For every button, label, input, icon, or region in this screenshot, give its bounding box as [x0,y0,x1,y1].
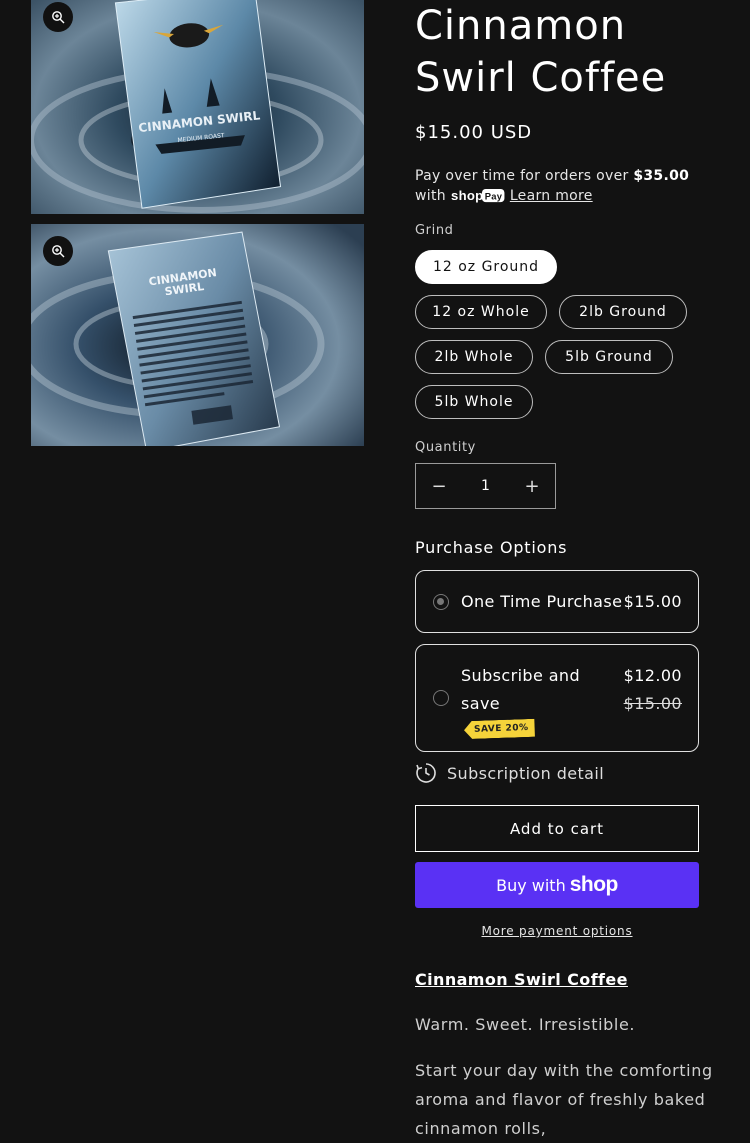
coffee-bag-back-image: CINNAMON SWIRL [31,224,364,446]
zoom-button[interactable] [43,2,73,32]
purchase-options-title: Purchase Options [415,538,568,557]
add-to-cart-button[interactable]: Add to cart [415,805,699,852]
learn-more-link[interactable]: Learn more [510,188,593,204]
installments-threshold: $35.00 [633,168,690,184]
subscription-detail-link[interactable]: Subscription detail [415,762,604,784]
subscribe-radio[interactable] [433,690,449,706]
zoom-in-icon [52,11,65,24]
shop-pay-installments: Pay over time for orders over $35.00 wit… [415,166,715,206]
description-body: Start your day with the comforting aroma… [415,1061,713,1138]
shop-logo-icon: shop [569,873,619,896]
save-badge: SAVE 20% [464,719,535,739]
subscribe-sale-price: $12.00 [623,666,682,685]
one-time-label: One Time Purchase [461,592,623,611]
coffee-bag-image: CINNAMON SWIRL MEDIUM ROAST [31,0,364,214]
zoom-button[interactable] [43,236,73,266]
svg-text:shop: shop [451,188,483,203]
subscribe-label: Subscribe and save [461,666,580,713]
quantity-input[interactable]: 1 [462,478,509,494]
grind-label: Grind [415,223,454,238]
description-heading: Cinnamon Swirl Coffee [415,970,628,989]
buy-with-label: Buy with [496,875,566,895]
shop-pay-logo-icon: shop Pay [451,188,505,203]
product-image-1[interactable]: CINNAMON SWIRL MEDIUM ROAST [31,0,364,214]
subscription-detail-label: Subscription detail [447,763,605,783]
quantity-label: Quantity [415,440,476,455]
subscribe-price: $12.00 $15.00 [624,662,682,718]
grind-option-12oz-whole[interactable]: 12 oz Whole [415,295,547,329]
grind-option-5lb-ground[interactable]: 5lb Ground [545,340,673,374]
grind-option-5lb-whole[interactable]: 5lb Whole [415,385,533,419]
one-time-price: $15.00 [623,592,682,611]
one-time-purchase-option[interactable]: One Time Purchase $15.00 [415,570,699,633]
product-title: Cinnamon Swirl Coffee [415,3,667,101]
quantity-increase-button[interactable]: + [509,464,555,508]
grind-option-2lb-whole[interactable]: 2lb Whole [415,340,533,374]
product-price: $15.00 USD [415,122,533,143]
subscribe-option[interactable]: Subscribe and save $12.00 $15.00 SAVE 20… [415,644,699,752]
clock-refresh-icon [416,763,436,783]
grind-option-2lb-ground[interactable]: 2lb Ground [559,295,687,329]
quantity-decrease-button[interactable]: − [416,464,462,508]
one-time-radio[interactable] [433,594,449,610]
svg-text:Pay: Pay [484,191,502,201]
more-payment-options-link[interactable]: More payment options [415,924,699,938]
installments-with: with [415,188,446,204]
description-tagline: Warm. Sweet. Irresistible. [415,1015,636,1034]
product-image-2[interactable]: CINNAMON SWIRL [31,224,364,446]
zoom-in-icon [52,245,65,258]
grind-option-12oz-ground[interactable]: 12 oz Ground [415,250,557,284]
buy-with-shop-pay-button[interactable]: Buy with shop [415,862,699,908]
subscribe-compare-price: $15.00 [623,694,682,713]
installments-text: Pay over time for orders over [415,168,634,184]
quantity-stepper: − 1 + [415,463,556,509]
